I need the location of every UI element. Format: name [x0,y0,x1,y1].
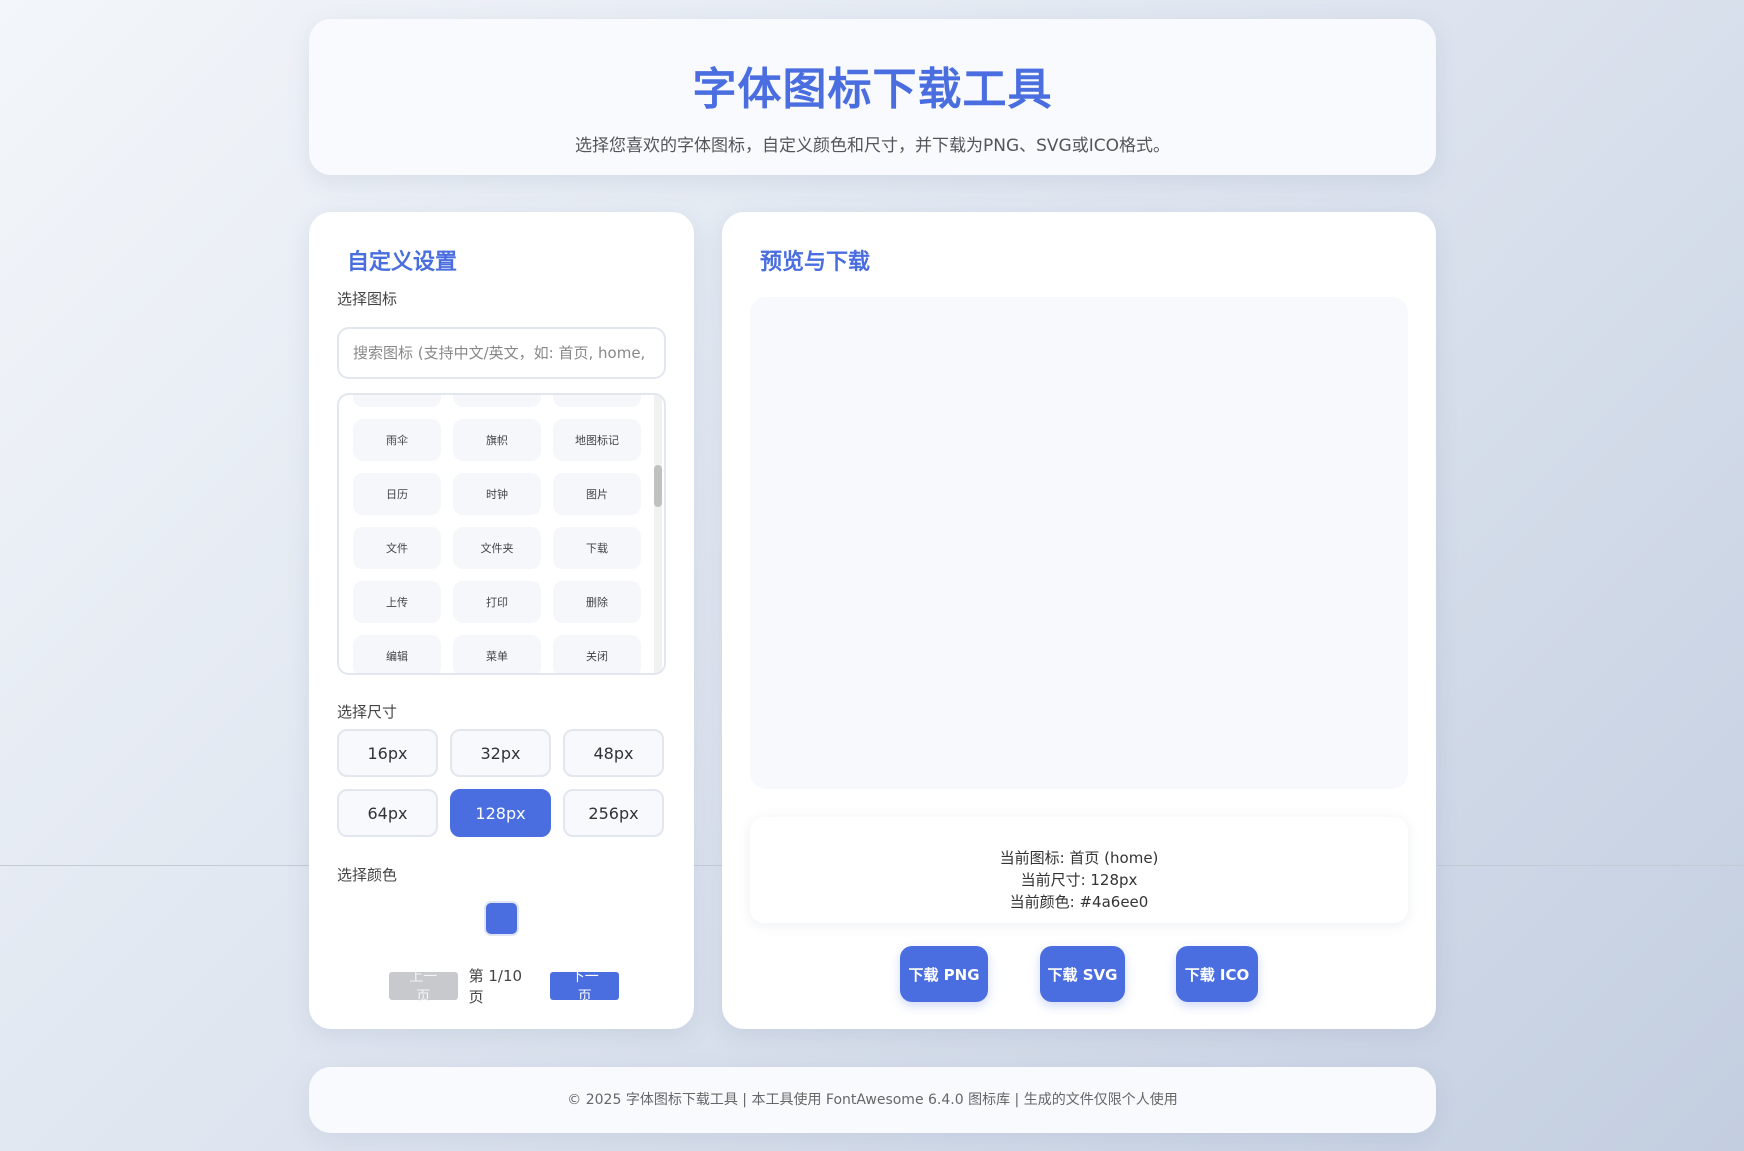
size-button-256[interactable]: 256px [563,789,664,837]
size-button-128[interactable]: 128px [450,789,551,837]
icon-preview-area [750,297,1408,789]
page-header: 字体图标下载工具 选择您喜欢的字体图标，自定义颜色和尺寸，并下载为PNG、SVG… [309,19,1436,175]
icon-grid: 云 钥匙 灯光 雨伞 旗帜 地图标记 日历 时钟 图片 文件 文件夹 下载 上传… [337,393,666,675]
page-subtitle: 选择您喜欢的字体图标，自定义颜色和尺寸，并下载为PNG、SVG或ICO格式。 [575,136,1170,156]
icon-option[interactable]: 旗帜 [453,419,541,461]
icon-option[interactable]: 时钟 [453,473,541,515]
footer-text: © 2025 字体图标下载工具 | 本工具使用 FontAwesome 6.4.… [567,1092,1178,1108]
icon-option[interactable]: 下载 [553,527,641,569]
icon-option[interactable]: 文件夹 [453,527,541,569]
size-options: 16px 32px 48px 64px 128px 256px [337,729,664,837]
icon-select-label: 选择图标 [337,290,398,308]
icon-option[interactable]: 图片 [553,473,641,515]
current-info: 当前图标: 首页 (home) 当前尺寸: 128px 当前颜色: #4a6ee… [750,817,1408,923]
download-svg-button[interactable]: 下载 SVG [1040,946,1125,1002]
next-page-button[interactable]: 下一页 [550,969,620,1005]
page-title: 字体图标下载工具 [692,64,1053,115]
page-status: 第 1/10 页 [468,967,523,1006]
color-select-label: 选择颜色 [337,866,398,884]
prev-page-button[interactable]: 上一页 [389,969,458,1005]
icon-option[interactable]: 打印 [453,581,541,623]
size-button-48[interactable]: 48px [563,729,664,777]
pagination: 上一页 第 1/10 页 下一页 [389,967,620,1006]
current-icon-text: 当前图标: 首页 (home) [999,849,1159,867]
icon-option[interactable]: 云 [353,395,441,407]
icon-option[interactable]: 灯光 [553,395,641,407]
size-select-label: 选择尺寸 [337,703,398,721]
icon-option[interactable]: 雨伞 [353,419,441,461]
icon-option[interactable]: 文件 [353,527,441,569]
icon-option[interactable]: 关闭 [553,635,641,673]
icon-option[interactable]: 菜单 [453,635,541,673]
settings-panel: 自定义设置 选择图标 云 钥匙 灯光 雨伞 旗帜 地图标记 日历 时钟 图片 文… [309,212,694,1029]
color-picker[interactable] [484,901,519,936]
scrollbar-thumb[interactable] [654,465,662,507]
current-size-text: 当前尺寸: 128px [1020,871,1138,889]
icon-grid-scrollbar[interactable] [654,395,662,673]
current-color-text: 当前颜色: #4a6ee0 [1009,893,1149,911]
settings-title: 自定义设置 [347,250,458,275]
icon-option[interactable]: 删除 [553,581,641,623]
icon-option[interactable]: 日历 [353,473,441,515]
icon-option[interactable]: 地图标记 [553,419,641,461]
page-footer: © 2025 字体图标下载工具 | 本工具使用 FontAwesome 6.4.… [309,1067,1436,1133]
icon-option[interactable]: 上传 [353,581,441,623]
icon-option[interactable]: 编辑 [353,635,441,673]
preview-panel: 预览与下载 当前图标: 首页 (home) 当前尺寸: 128px 当前颜色: … [722,212,1436,1029]
download-png-button[interactable]: 下载 PNG [900,946,988,1002]
size-button-32[interactable]: 32px [450,729,551,777]
icon-option[interactable]: 钥匙 [453,395,541,407]
size-button-64[interactable]: 64px [337,789,438,837]
download-ico-button[interactable]: 下载 ICO [1176,946,1258,1002]
preview-title: 预览与下载 [760,250,871,275]
size-button-16[interactable]: 16px [337,729,438,777]
icon-search-input[interactable] [337,327,666,379]
